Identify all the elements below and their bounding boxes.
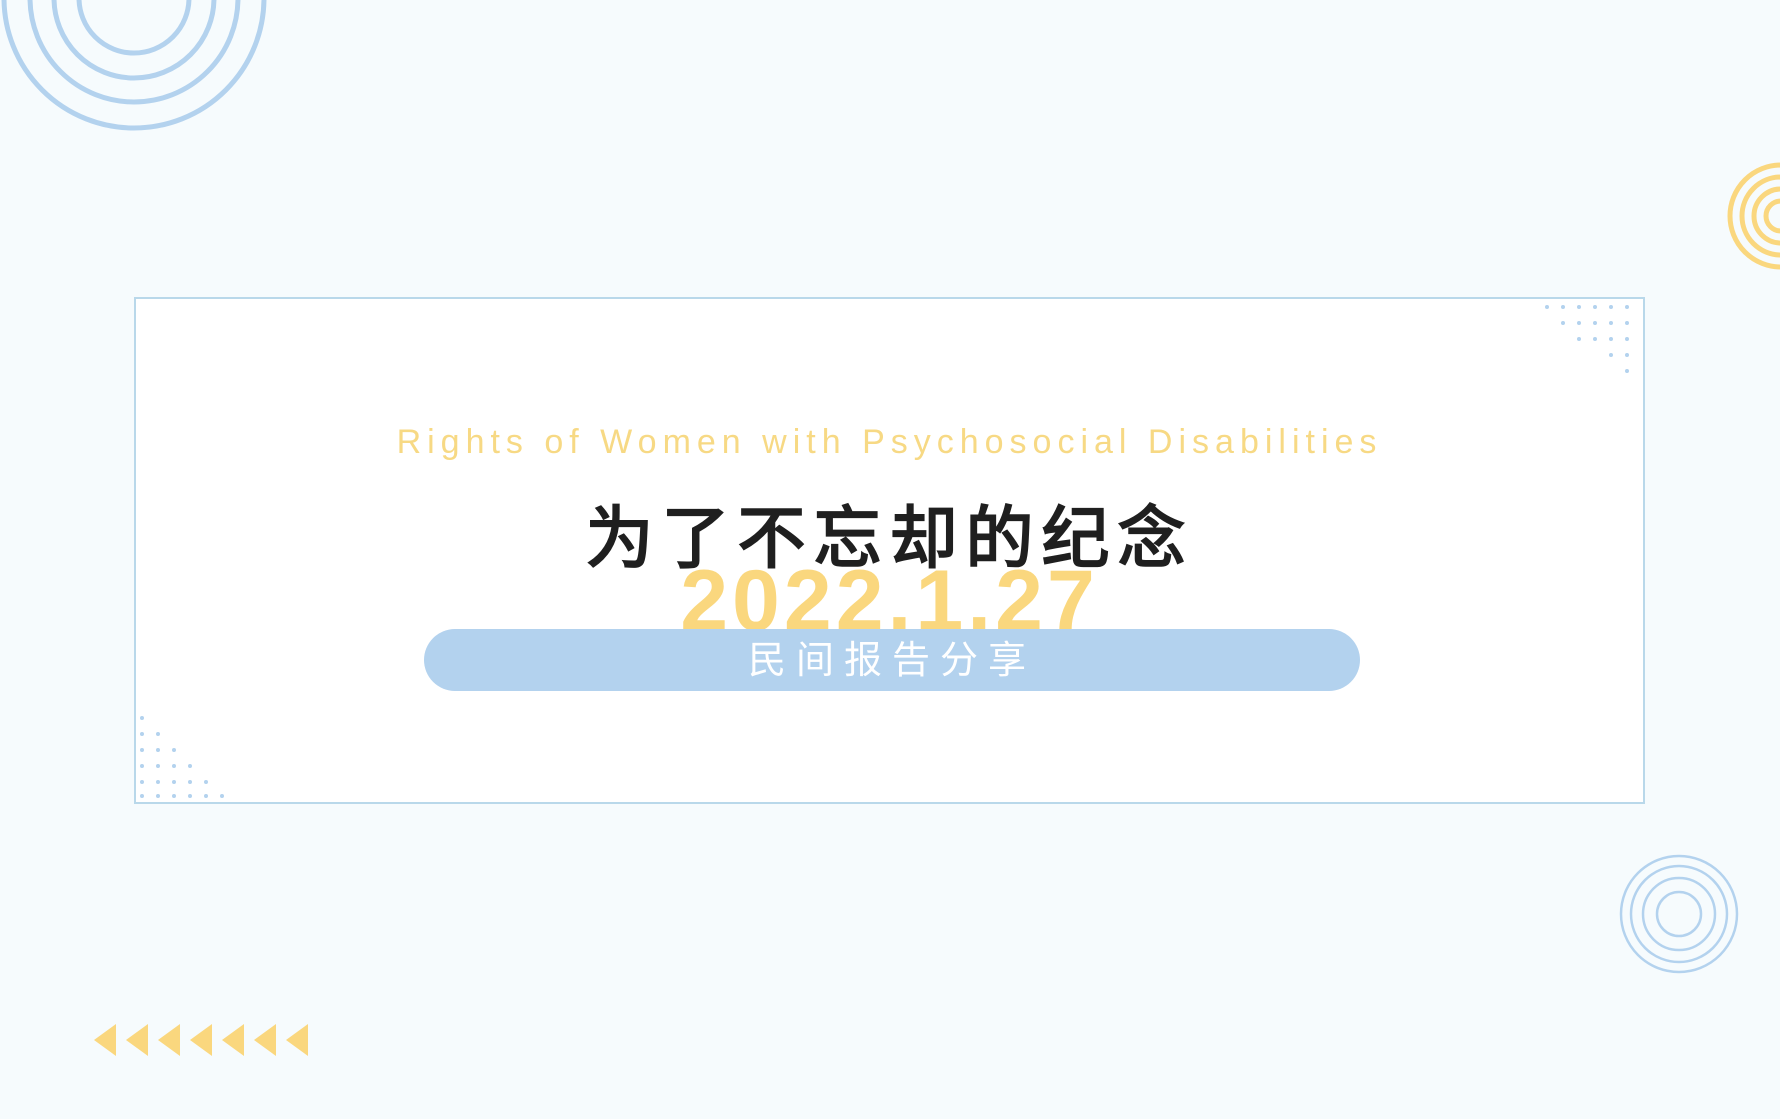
left-arrows-icon	[94, 1024, 308, 1056]
concentric-rings-top-right-icon	[1727, 162, 1780, 270]
english-subtitle: Rights of Women with Psychosocial Disabi…	[396, 423, 1383, 461]
slide-canvas: Rights of Women with Psychosocial Disabi…	[0, 0, 1780, 1119]
dot-grid-bottom-left-icon	[140, 716, 224, 798]
report-share-banner: 民间报告分享	[424, 629, 1360, 691]
concentric-rings-top-left-icon	[1, 0, 267, 131]
concentric-rings-bottom-right-icon	[1619, 854, 1739, 974]
title-card: Rights of Women with Psychosocial Disabi…	[134, 297, 1645, 804]
dot-grid-top-right-icon	[1545, 305, 1629, 373]
